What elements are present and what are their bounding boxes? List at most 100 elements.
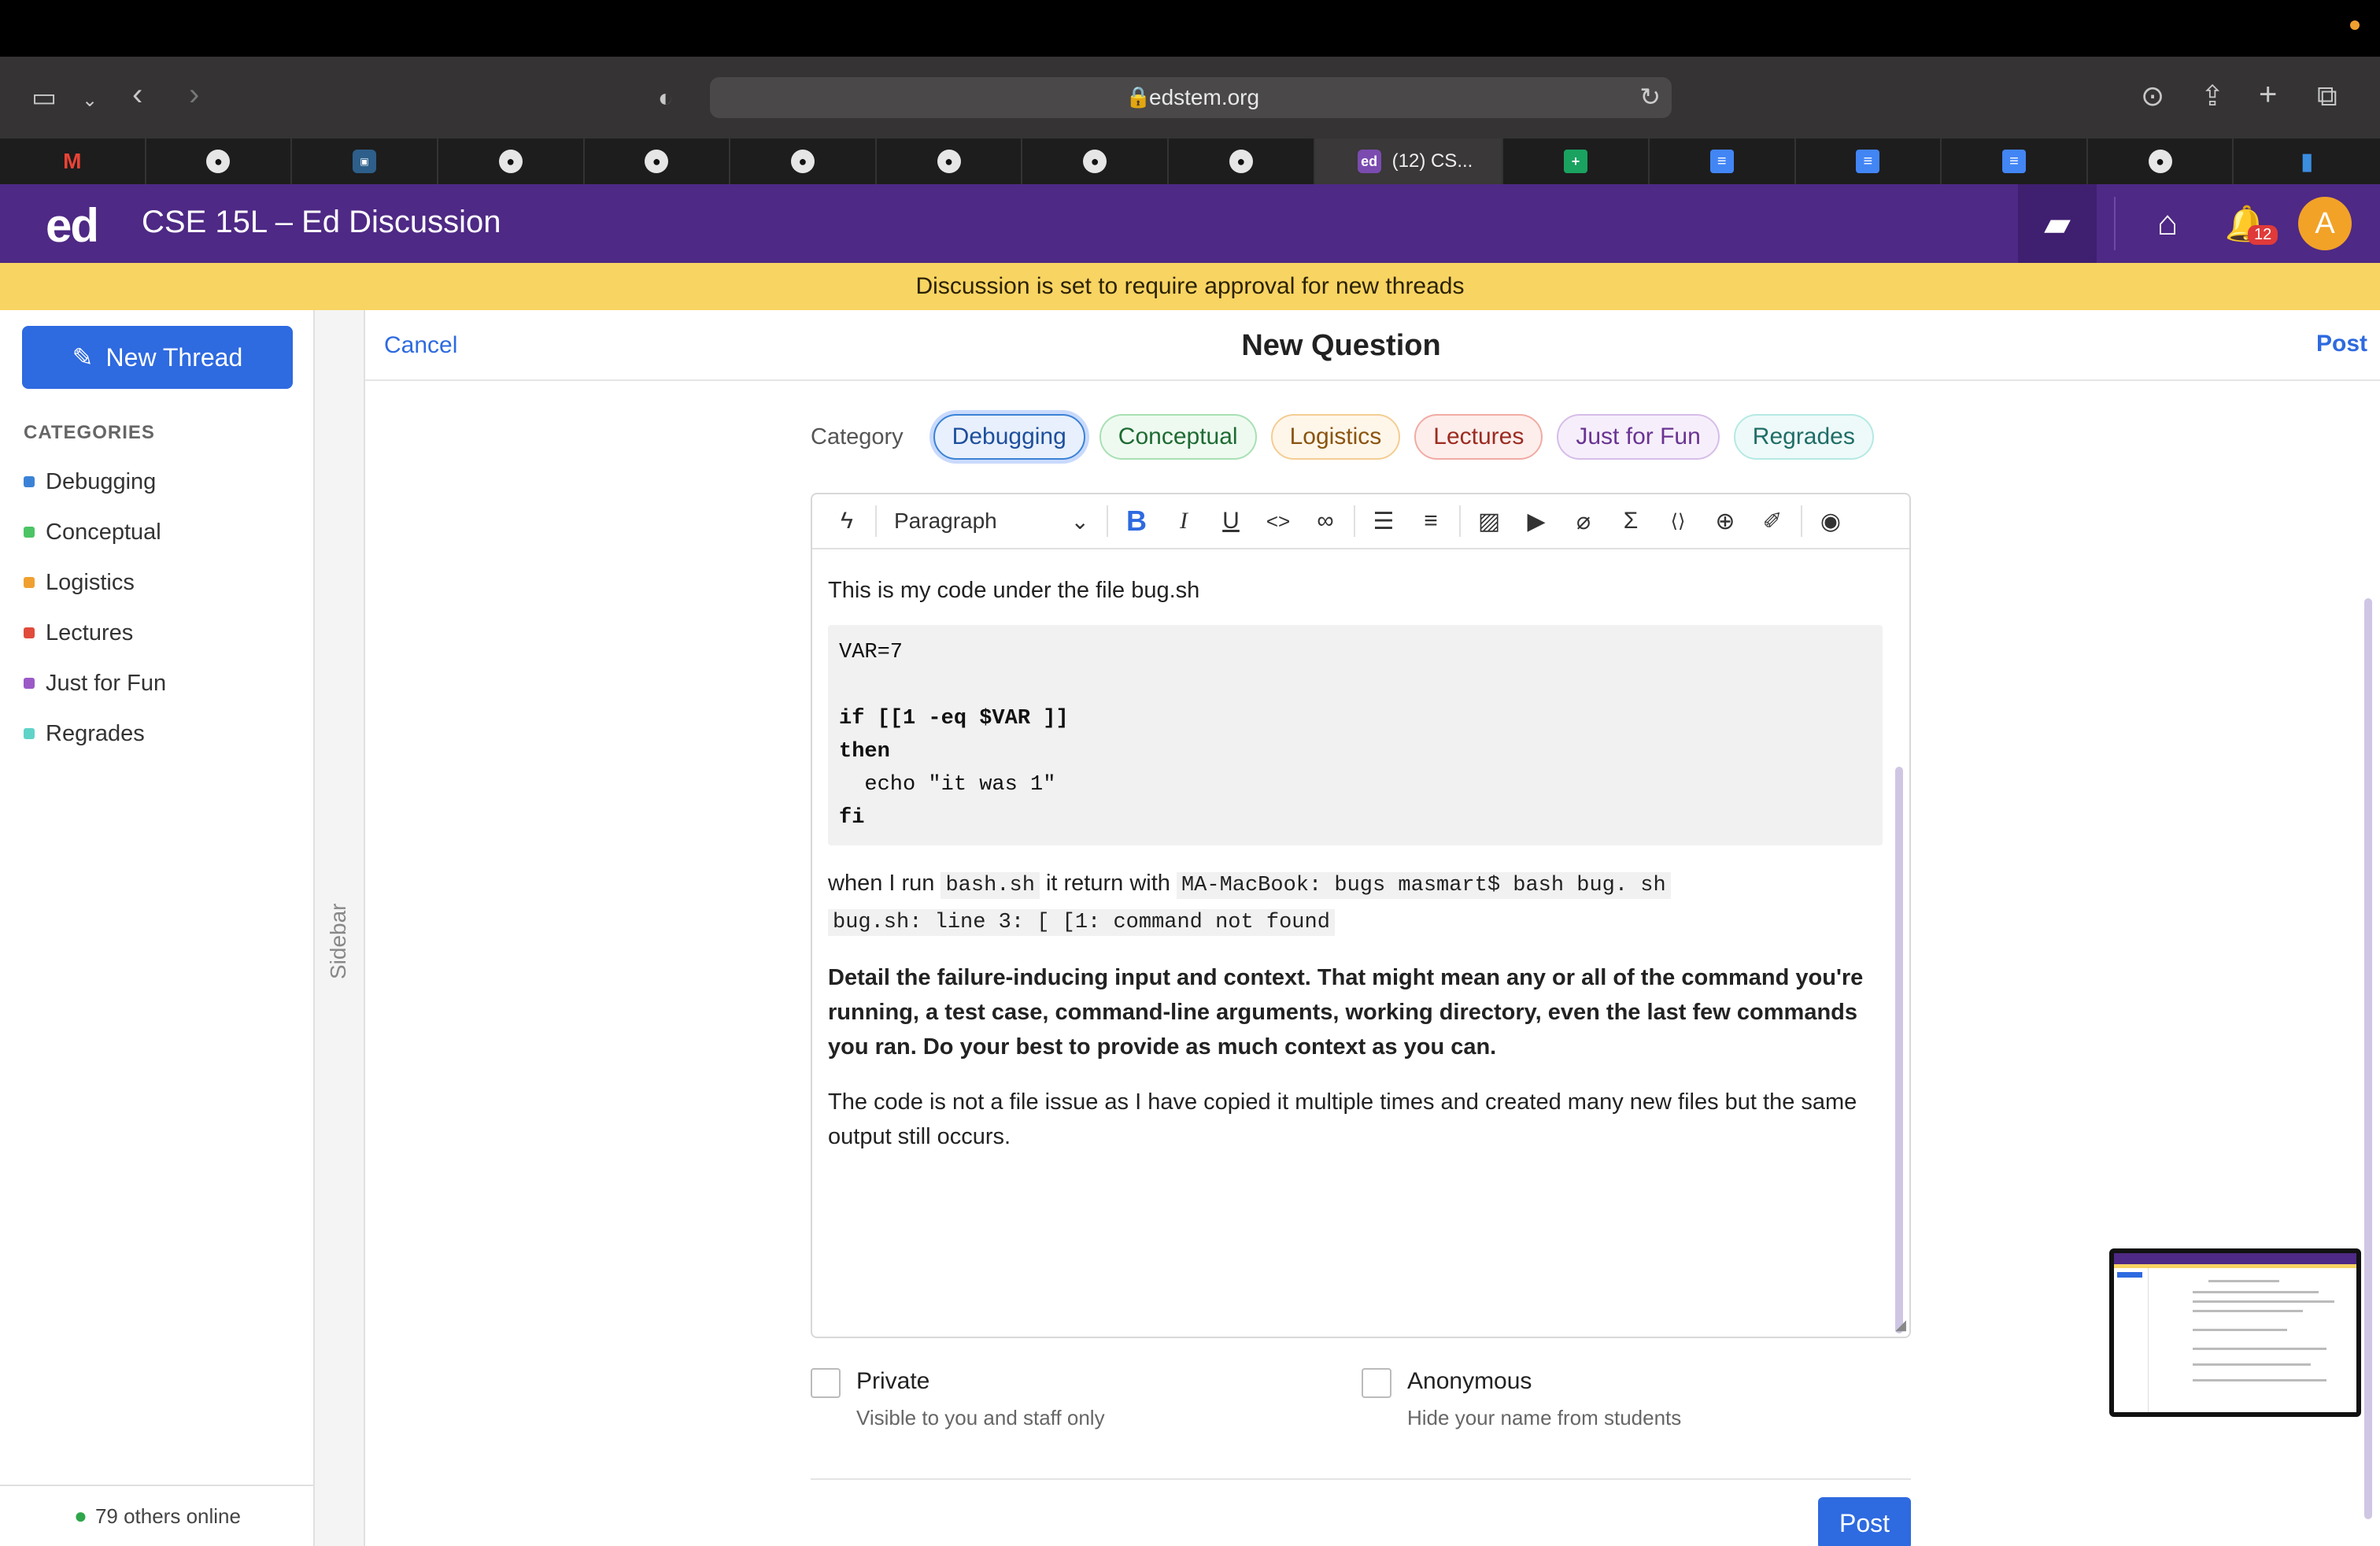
code-line: echo "it was 1" [839, 773, 1056, 797]
ed-logo[interactable]: ed [46, 198, 99, 253]
header-divider [2114, 197, 2116, 250]
tab-strip: M ● ▣ ● ● ● ● ● ● ed (12) CS... + ≡ ≡ ≡ ●… [0, 139, 2380, 184]
editor-scrollbar[interactable] [1895, 767, 1903, 1333]
guidance-paragraph: Detail the failure-inducing input and co… [828, 965, 1864, 1060]
tab-github[interactable]: ● [730, 139, 877, 184]
annotate-icon[interactable]: ✐ [1749, 497, 1796, 545]
tab-github[interactable]: ● [146, 139, 293, 184]
private-option[interactable]: Private Visible to you and staff only [811, 1368, 1105, 1430]
underline-icon[interactable]: U [1207, 497, 1255, 545]
private-checkbox[interactable] [811, 1368, 841, 1398]
paragraph-select-value: Paragraph [894, 509, 997, 533]
forward-icon[interactable]: › [189, 79, 199, 110]
sidebar-item-conceptual[interactable]: Conceptual [24, 507, 166, 557]
italic-icon[interactable]: I [1160, 497, 1207, 545]
shield-icon[interactable]: ◐ [658, 82, 673, 113]
tab-docs[interactable]: ≡ [1942, 139, 2088, 184]
anonymous-option[interactable]: Anonymous Hide your name from students [1362, 1368, 1681, 1430]
bullet-list-icon[interactable]: ☰ [1360, 497, 1407, 545]
tab-title: (12) CS... [1391, 150, 1473, 172]
category-pill-debugging[interactable]: Debugging [933, 414, 1085, 460]
tab-docs[interactable]: ≡ [1650, 139, 1796, 184]
docs-icon: ≡ [1709, 150, 1734, 173]
tab-github[interactable]: ● [585, 139, 731, 184]
sidebar-item-regrades[interactable]: Regrades [24, 708, 166, 759]
reload-icon[interactable]: ↻ [1639, 82, 1661, 112]
preview-eye-icon[interactable]: ◉ [1807, 497, 1854, 545]
tab-github[interactable]: ● [1169, 139, 1315, 184]
anonymous-checkbox[interactable] [1362, 1368, 1391, 1398]
download-icon[interactable]: ⊙ [2141, 80, 2164, 112]
code-icon[interactable]: <> [1255, 497, 1302, 545]
thumbnail-line [2193, 1291, 2319, 1293]
tab-cse[interactable]: ▣ [292, 139, 438, 184]
avatar[interactable]: A [2298, 197, 2352, 250]
inline-code: bug.sh: line 3: [ [1: command not found [828, 909, 1335, 936]
gmail-icon: M [63, 149, 82, 173]
magic-icon[interactable]: ϟ [823, 497, 870, 545]
resize-handle-icon[interactable]: ◢ [1895, 1317, 1906, 1333]
sidebar-rail[interactable]: Sidebar [315, 310, 365, 1546]
new-thread-button[interactable]: ✎ New Thread [22, 326, 293, 389]
sidebar-toggle-icon[interactable]: ▭ [31, 82, 57, 113]
screenshot-thumbnail[interactable] [2109, 1248, 2361, 1417]
category-pill-conceptual[interactable]: Conceptual [1099, 414, 1257, 460]
github-icon: ● [937, 150, 961, 173]
attachment-icon[interactable]: ⌀ [1560, 497, 1607, 545]
web-snippet-icon[interactable]: ⊕ [1702, 497, 1749, 545]
chevron-down-icon[interactable]: ⌄ [82, 85, 98, 117]
thumbnail-sidebar [2114, 1268, 2149, 1412]
category-label: Conceptual [46, 519, 161, 545]
bold-icon[interactable]: B [1113, 497, 1160, 545]
system-bar [0, 0, 2380, 57]
code-block-icon[interactable]: ⟨⟩ [1654, 497, 1702, 545]
sidebar-item-just-for-fun[interactable]: Just for Fun [24, 658, 166, 708]
post-header-button[interactable]: Post [2316, 331, 2367, 357]
run-text: it return with [1039, 871, 1177, 896]
category-pill-regrades[interactable]: Regrades [1733, 414, 1874, 460]
sidebar-item-logistics[interactable]: Logistics [24, 557, 166, 608]
course-title: CSE 15L – Ed Discussion [142, 205, 501, 239]
tab-ed-active[interactable]: ed (12) CS... [1314, 139, 1504, 184]
intro-paragraph: This is my code under the file bug.sh [828, 578, 1200, 603]
back-icon[interactable]: ‹ [132, 79, 142, 110]
question-editor[interactable]: ϟ Paragraph ⌄ B I U <> ∞ ☰ ≡ ▨ ▶ ⌀ Σ ⟨⟩ ⊕… [811, 493, 1911, 1338]
tab-analytics[interactable]: ▮ [2234, 139, 2380, 184]
link-icon[interactable]: ∞ [1302, 497, 1349, 545]
analytics-icon: ▮ [2300, 148, 2314, 175]
sidebar-item-lectures[interactable]: Lectures [24, 608, 166, 658]
image-icon[interactable]: ▨ [1465, 497, 1513, 545]
tab-github[interactable]: ● [877, 139, 1023, 184]
page-scrollbar[interactable] [2364, 598, 2372, 1519]
category-pill-lectures[interactable]: Lectures [1414, 414, 1543, 460]
numbered-list-icon[interactable]: ≡ [1407, 497, 1454, 545]
paragraph-select[interactable]: Paragraph ⌄ [881, 497, 1102, 545]
video-icon[interactable]: ▶ [1513, 497, 1560, 545]
discussion-icon[interactable]: ▰ [2018, 184, 2097, 263]
category-pill-just-for-fun[interactable]: Just for Fun [1557, 414, 1720, 460]
code-block: VAR=7 if [[1 -eq $VAR ]] then echo "it w… [828, 625, 1883, 845]
tab-github[interactable]: ● [1022, 139, 1169, 184]
tab-github[interactable]: ● [438, 139, 585, 184]
address-bar[interactable]: 🔒 edstem.org ↻ [710, 77, 1672, 118]
category-pill-logistics[interactable]: Logistics [1270, 414, 1401, 460]
private-label: Private [856, 1368, 930, 1394]
post-button[interactable]: Post [1818, 1497, 1911, 1546]
tab-github[interactable]: ● [2088, 139, 2234, 184]
tab-gmail[interactable]: M [0, 139, 146, 184]
sidebar-item-debugging[interactable]: Debugging [24, 457, 166, 507]
notification-badge: 12 [2248, 225, 2278, 245]
category-list: Debugging Conceptual Logistics Lectures … [24, 457, 166, 759]
editor-content[interactable]: This is my code under the file bug.sh VA… [828, 573, 1883, 1154]
home-icon[interactable]: ⌂ [2128, 184, 2207, 263]
tab-sheets[interactable]: + [1503, 139, 1650, 184]
share-icon[interactable]: ⇪ [2201, 80, 2224, 112]
tab-docs[interactable]: ≡ [1796, 139, 1942, 184]
math-icon[interactable]: Σ [1607, 497, 1654, 545]
github-icon: ● [645, 150, 669, 173]
tab-overview-icon[interactable]: ⧉ [2317, 80, 2338, 112]
bell-icon[interactable]: 🔔 [2207, 184, 2286, 263]
sheets-icon: + [1564, 150, 1588, 173]
new-tab-icon[interactable]: + [2259, 79, 2277, 110]
code-keyword: fi [839, 806, 865, 830]
